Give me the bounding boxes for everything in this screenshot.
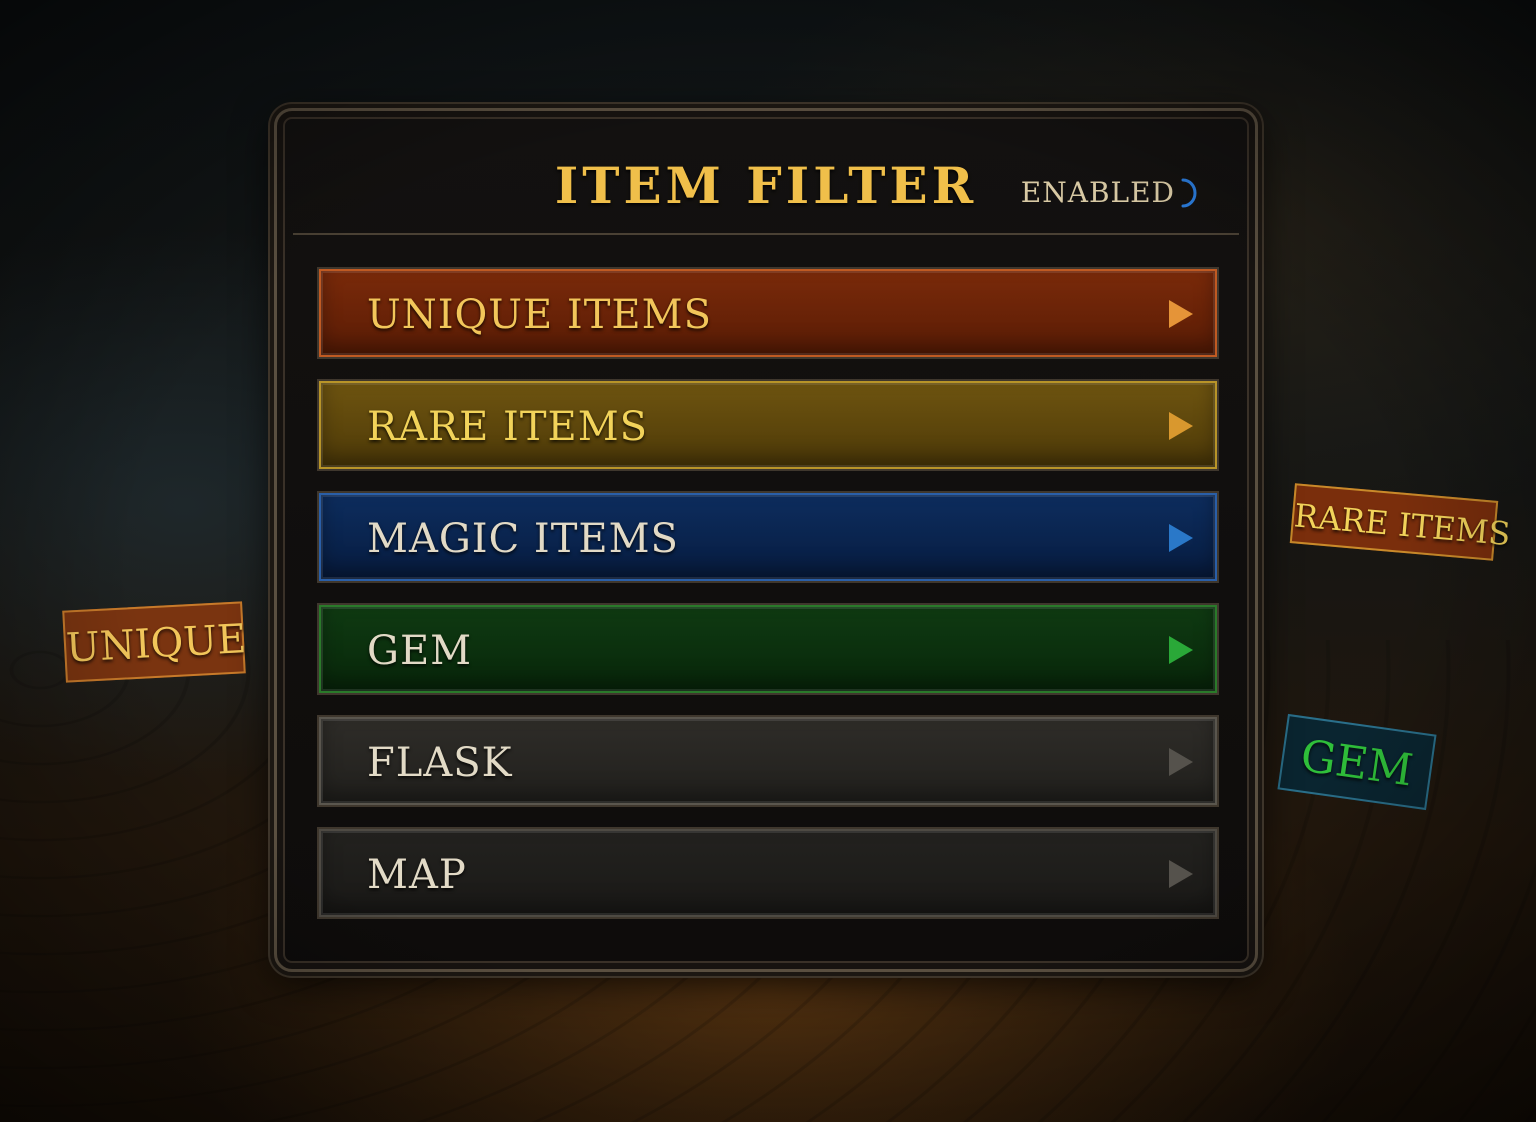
status-text: ENABLED	[1020, 176, 1175, 209]
filter-status-toggle[interactable]: ENABLED	[1021, 177, 1199, 209]
filter-row-rare-items[interactable]: RARE ITEMS	[319, 381, 1217, 469]
filter-row-unique-items[interactable]: UNIQUE ITEMS	[319, 269, 1217, 357]
chevron-right-icon	[1169, 748, 1193, 776]
status-indicator-icon	[1181, 178, 1197, 208]
item-filter-panel: ITEM FILTER ENABLED UNIQUE ITEMS RARE IT…	[274, 108, 1258, 972]
chevron-right-icon	[1169, 524, 1193, 552]
row-label: MAGIC ITEMS	[367, 516, 679, 562]
chevron-right-icon	[1169, 412, 1193, 440]
filter-row-map[interactable]: MAP	[319, 829, 1217, 917]
row-label: RARE ITEMS	[367, 404, 649, 450]
panel-header: ITEM FILTER ENABLED	[293, 125, 1239, 235]
filter-row-magic-items[interactable]: MAGIC ITEMS	[319, 493, 1217, 581]
row-label: UNIQUE ITEMS	[367, 292, 712, 338]
chevron-right-icon	[1169, 636, 1193, 664]
chevron-right-icon	[1169, 860, 1193, 888]
chevron-right-icon	[1169, 300, 1193, 328]
ground-label-rare[interactable]: RARE ITEMS	[1289, 483, 1512, 561]
filter-row-gem[interactable]: GEM	[319, 605, 1217, 693]
row-label: GEM	[367, 628, 473, 674]
ground-label-unique[interactable]: UNIQUE	[62, 601, 247, 683]
filter-row-flask[interactable]: FLASK	[319, 717, 1217, 805]
row-label: MAP	[367, 852, 467, 898]
row-label: FLASK	[367, 740, 513, 786]
filter-category-list: UNIQUE ITEMS RARE ITEMS MAGIC ITEMS GEM …	[319, 269, 1217, 917]
